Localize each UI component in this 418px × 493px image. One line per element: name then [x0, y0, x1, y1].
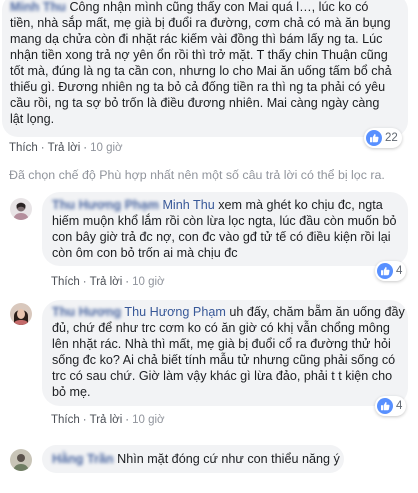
- mention-link[interactable]: Thu Hương Phạm: [124, 305, 225, 319]
- separator: ·: [82, 414, 87, 426]
- comment-text-line: lên nhặt rác. Nhà thì mất, mẹ già bị đuổ…: [52, 337, 391, 351]
- comment-text-line: xem mà ghét ko chịu đc, ngta: [218, 198, 383, 212]
- comment-text-line: bỏ mẹ.: [52, 385, 91, 399]
- reaction-summary[interactable]: 4: [375, 396, 407, 416]
- comment-author-link[interactable]: Thu Hương: [52, 305, 121, 319]
- like-link[interactable]: Thích: [51, 414, 80, 426]
- comment-text-line: đủ, chứ để như trc cơm ko có ăn giờ có k…: [52, 321, 390, 335]
- reaction-summary[interactable]: 22: [364, 128, 402, 148]
- like-reaction-icon: [366, 130, 382, 146]
- comment-text-line: còn ôm con bỏ trốn ai mà chịu đc: [52, 246, 238, 260]
- comment-actions: Thích · Trả lời · 10 giờ: [9, 142, 123, 154]
- avatar[interactable]: [10, 449, 32, 471]
- reply-link[interactable]: Trả lời: [90, 276, 123, 288]
- comment-text-line: trc có sau chứ. Giờ làm vậy khác gì lừa …: [52, 369, 393, 383]
- reply-link[interactable]: Trả lời: [48, 142, 81, 154]
- comment-text-line: mang dạ chửa còn đi nhặt rác kiếm vài đồ…: [10, 32, 383, 46]
- comment-bubble: Thu Hương Thu Hương Phạm uh đấy, chăm bẵ…: [42, 300, 408, 406]
- comment-actions: Thích · Trả lời · 10 giờ: [51, 414, 165, 426]
- comment-text-line: Nhìn mặt đóng cứ như con thiểu năng ý: [117, 452, 340, 466]
- comment-text-line: nhận tiền xong trả nợ yên ổn rồi thì trở…: [10, 48, 388, 62]
- comment-author-link[interactable]: Hằng Trần: [52, 452, 114, 466]
- comment-text-line: lật lọng.: [10, 112, 55, 126]
- comment-timestamp[interactable]: 10 giờ: [132, 414, 164, 426]
- reaction-count: 4: [396, 265, 403, 277]
- comment-author-link[interactable]: Thu Hương Phạm: [52, 198, 159, 212]
- comment-bubble: Hằng Trần Nhìn mặt đóng cứ như con thiểu…: [42, 445, 344, 473]
- avatar[interactable]: [10, 303, 32, 325]
- reaction-count: 22: [385, 132, 398, 144]
- comment-actions: Thích · Trả lời · 10 giờ: [51, 276, 165, 288]
- comment-text-line: con bây giờ trả đc nợ, con đc vào gđ tử …: [52, 230, 391, 244]
- comment-text-line: uh đấy, chăm bẵm ăn uống đầy: [229, 305, 405, 319]
- comment-text-line: thiếu gì. Đương nhiên ng ta bỏ cả đống t…: [10, 80, 386, 94]
- comment-text-line: sống đc ko? Ai chả biết tính mẫu tử nhưn…: [52, 353, 396, 367]
- comment-timestamp[interactable]: 10 giờ: [90, 142, 122, 154]
- like-link[interactable]: Thích: [51, 276, 80, 288]
- separator: ·: [125, 276, 130, 288]
- comment-timestamp[interactable]: 10 giờ: [132, 276, 164, 288]
- comment-author-link[interactable]: Minh Thu: [10, 0, 66, 14]
- separator: ·: [83, 142, 88, 154]
- comment-text-line: tốt mà, đúng là ng ta cần con, nhưng lo …: [10, 64, 392, 78]
- reaction-summary[interactable]: 4: [375, 261, 407, 281]
- comment-text-line: hiếm muộn khổ lắm rồi còn lừa lọc ngta, …: [52, 214, 397, 228]
- comment-bubble: Thu Hương Phạm Minh Thu xem mà ghét ko c…: [42, 192, 408, 266]
- like-link[interactable]: Thích: [9, 142, 38, 154]
- comment-text-line: Công nhận mình cũng thấy con Mai quá l…,…: [69, 0, 369, 14]
- comment-text-line: tiền, nhà sắp mất, mẹ già bị đuổi ra đườ…: [10, 16, 391, 30]
- reply-link[interactable]: Trả lời: [90, 414, 123, 426]
- like-reaction-icon: [377, 263, 393, 279]
- separator: ·: [82, 276, 87, 288]
- avatar[interactable]: [10, 198, 32, 220]
- like-reaction-icon: [377, 398, 393, 414]
- comment-bubble: Minh Thu Công nhận mình cũng thấy con Ma…: [2, 0, 408, 137]
- filter-notice: Đã chọn chế độ Phù hợp nhất nên một số c…: [9, 168, 385, 182]
- comment-text-line: cầu rồi, ng ta sợ bỏ trốn là điều đương …: [10, 96, 380, 110]
- reaction-count: 4: [396, 400, 403, 412]
- separator: ·: [125, 414, 130, 426]
- separator: ·: [40, 142, 45, 154]
- mention-link[interactable]: Minh Thu: [162, 198, 214, 212]
